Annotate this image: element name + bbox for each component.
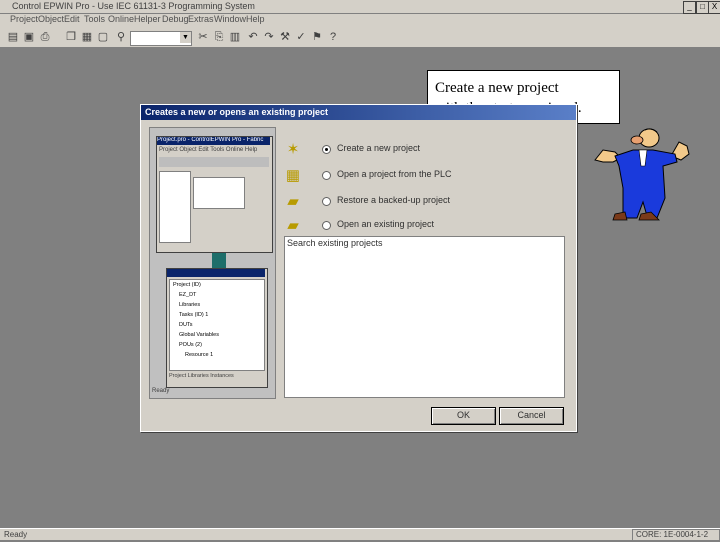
preview-toolbar: [159, 157, 269, 167]
startup-dialog: Creates a new or opens an existing proje…: [140, 104, 577, 432]
preview-project-tree: Project (ID) EZ_DT Libraries Tasks (ID) …: [169, 279, 265, 371]
dialog-title: Creates a new or opens an existing proje…: [145, 107, 329, 117]
menu-helper[interactable]: Helper: [134, 14, 161, 24]
status-text: Ready: [4, 530, 28, 539]
undo-icon[interactable]: ↶: [246, 30, 260, 44]
presenter-character-illustration: [594, 128, 690, 221]
toolbar: ▤ ▣ ⎙ ❐ ▦ ▢ ⚲ ▼ ✂ ⎘ ▥ ↶ ↷ ⚒ ✓ ⚑ ?: [0, 26, 720, 48]
menu-window[interactable]: Window: [214, 14, 246, 24]
redo-icon[interactable]: ↷: [262, 30, 276, 44]
option-label: Open a project from the PLC: [337, 169, 452, 179]
preview-main-window: Project.pro - ControlEPWIN Pro - Fabric …: [156, 136, 273, 253]
option-label: Restore a backed-up project: [337, 195, 451, 205]
option-open-existing[interactable]: ▰ Open an existing project: [284, 217, 434, 237]
status-bar: Ready CORE: 1E-0004-1-2: [0, 528, 720, 542]
recent-projects-label: Search existing projects: [287, 238, 383, 248]
document-icon[interactable]: ▢: [96, 30, 110, 44]
save-icon[interactable]: ▣: [22, 30, 36, 44]
window-title-bar: Control EPWIN Pro - Use IEC 61131-3 Prog…: [0, 0, 720, 14]
folder-icon: ▰: [287, 217, 299, 234]
find-icon[interactable]: ⚲: [114, 30, 128, 44]
copy-icon[interactable]: ❐: [64, 30, 78, 44]
tree-node: Tasks (ID) 1: [179, 312, 209, 318]
open-icon[interactable]: ▤: [6, 30, 20, 44]
menu-bar: Project Object Edit Tools Online Helper …: [0, 14, 720, 26]
preview-menu: Project Object Edit Tools Online Help: [159, 147, 258, 153]
option-label: Create a new project: [337, 143, 421, 153]
status-core: CORE: 1E-0004-1-2: [636, 530, 709, 539]
debug-icon[interactable]: ⚑: [310, 30, 324, 44]
option-restore-backup[interactable]: ▰ Restore a backed-up project: [284, 193, 450, 213]
recent-projects-list[interactable]: Search existing projects: [284, 236, 565, 398]
plc-icon: ▦: [285, 167, 301, 184]
menu-online[interactable]: Online: [108, 14, 134, 24]
minimize-button[interactable]: _: [683, 1, 696, 14]
help-icon[interactable]: ?: [326, 30, 340, 44]
radio-restore-backup[interactable]: [322, 197, 331, 206]
menu-tools[interactable]: Tools: [84, 14, 105, 24]
wizard-preview-image: Project.pro - ControlEPWIN Pro - Fabric …: [149, 127, 276, 399]
radio-create-new[interactable]: [322, 145, 331, 154]
menu-project[interactable]: Project: [10, 14, 38, 24]
check-icon[interactable]: ✓: [294, 30, 308, 44]
close-button[interactable]: X: [708, 1, 720, 14]
preview-project-window: Project (ID) EZ_DT Libraries Tasks (ID) …: [166, 268, 268, 388]
paste-small-icon[interactable]: ▥: [228, 30, 242, 44]
preview-tabs: Project Libraries Instances: [169, 373, 234, 379]
build-icon[interactable]: ⚒: [278, 30, 292, 44]
radio-open-from-plc[interactable]: [322, 171, 331, 180]
folder-open-icon: ▰: [287, 193, 299, 210]
window-title: Control EPWIN Pro - Use IEC 61131-3 Prog…: [12, 1, 255, 11]
tree-node: DUTs: [179, 322, 193, 328]
preview-status: Ready: [152, 388, 170, 394]
tree-node: EZ_DT: [179, 292, 197, 298]
paste-icon[interactable]: ▦: [80, 30, 94, 44]
tree-node: Libraries: [179, 302, 201, 308]
radio-open-existing[interactable]: [322, 221, 331, 230]
cut-icon[interactable]: ✂: [196, 30, 210, 44]
print-icon[interactable]: ⎙: [38, 30, 52, 44]
tree-node: Global Variables: [179, 332, 219, 338]
menu-extras[interactable]: Extras: [188, 14, 214, 24]
menu-debug[interactable]: Debug: [162, 14, 189, 24]
tree-node: POUs (2): [179, 342, 202, 348]
copy-small-icon[interactable]: ⎘: [212, 30, 226, 44]
menu-edit[interactable]: Edit: [64, 14, 80, 24]
preview-panel: [159, 171, 191, 243]
menu-help[interactable]: Help: [246, 14, 265, 24]
tree-node: Project (ID): [173, 282, 201, 288]
preview-panel-2: [193, 177, 245, 209]
tree-node: Resource 1: [185, 352, 214, 358]
menu-object[interactable]: Object: [38, 14, 64, 24]
dialog-title-bar: Creates a new or opens an existing proje…: [141, 105, 576, 120]
ok-button[interactable]: OK: [431, 407, 496, 425]
cancel-button[interactable]: Cancel: [499, 407, 564, 425]
option-open-from-plc[interactable]: ▦ Open a project from the PLC: [284, 167, 452, 187]
option-create-new-project[interactable]: ✶ Create a new project: [284, 141, 424, 161]
new-project-icon: ✶: [286, 141, 300, 158]
option-label: Open an existing project: [337, 219, 435, 229]
preview-window-title: Project.pro - ControlEPWIN Pro - Fabric: [157, 137, 270, 145]
toolbar-combo[interactable]: ▼: [130, 31, 192, 46]
chevron-down-icon[interactable]: ▼: [180, 32, 191, 43]
preview-project-title: [167, 269, 265, 277]
